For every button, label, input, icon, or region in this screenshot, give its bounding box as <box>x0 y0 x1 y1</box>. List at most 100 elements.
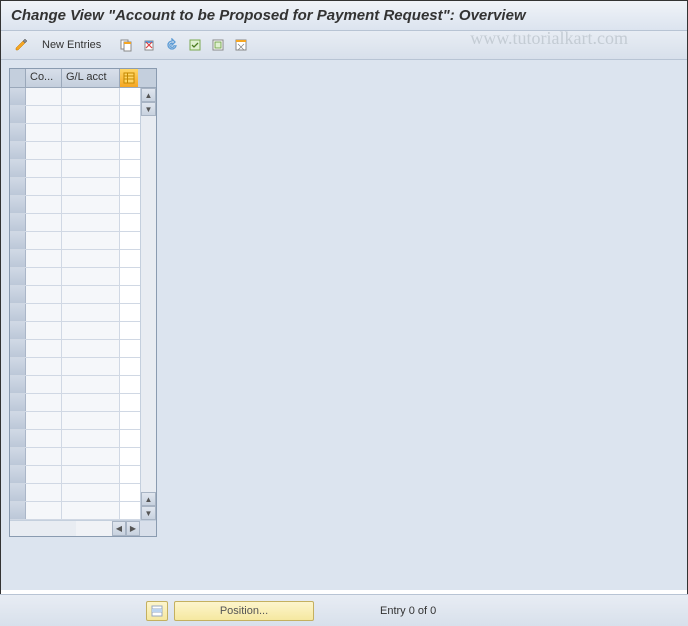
cell-co[interactable] <box>26 412 62 429</box>
row-selector[interactable] <box>10 124 26 141</box>
scroll-right-icon[interactable]: ▶ <box>126 521 140 536</box>
select-all-header[interactable] <box>10 69 26 87</box>
undo-icon[interactable] <box>162 35 182 55</box>
horizontal-scrollbar[interactable]: ◀ ▶ <box>10 520 156 536</box>
row-selector[interactable] <box>10 430 26 447</box>
row-selector[interactable] <box>10 448 26 465</box>
toggle-change-icon[interactable] <box>11 35 31 55</box>
cell-gl[interactable] <box>62 286 120 303</box>
cell-gl[interactable] <box>62 412 120 429</box>
vscroll-track[interactable] <box>141 116 156 492</box>
deselect-all-icon[interactable] <box>231 35 251 55</box>
row-selector[interactable] <box>10 358 26 375</box>
column-header-gl[interactable]: G/L acct <box>62 69 120 87</box>
table-row <box>10 484 140 502</box>
vertical-scrollbar[interactable]: ▲ ▼ ▲ ▼ <box>140 88 156 520</box>
cell-gl[interactable] <box>62 178 120 195</box>
copy-icon[interactable] <box>116 35 136 55</box>
cell-co[interactable] <box>26 502 62 519</box>
row-selector[interactable] <box>10 394 26 411</box>
row-selector[interactable] <box>10 322 26 339</box>
cell-co[interactable] <box>26 340 62 357</box>
cell-co[interactable] <box>26 448 62 465</box>
cell-gl[interactable] <box>62 448 120 465</box>
cell-co[interactable] <box>26 250 62 267</box>
row-selector[interactable] <box>10 142 26 159</box>
cell-gl[interactable] <box>62 232 120 249</box>
scroll-up-icon[interactable]: ▲ <box>141 88 156 102</box>
row-selector[interactable] <box>10 466 26 483</box>
cell-co[interactable] <box>26 214 62 231</box>
row-selector[interactable] <box>10 268 26 285</box>
select-block-icon[interactable] <box>208 35 228 55</box>
cell-gl[interactable] <box>62 394 120 411</box>
cell-co[interactable] <box>26 286 62 303</box>
cell-co[interactable] <box>26 178 62 195</box>
row-selector[interactable] <box>10 412 26 429</box>
table-header: Co... G/L acct <box>10 69 156 88</box>
row-selector[interactable] <box>10 502 26 519</box>
cell-gl[interactable] <box>62 160 120 177</box>
hscroll-track[interactable] <box>76 521 112 536</box>
cell-co[interactable] <box>26 160 62 177</box>
cell-co[interactable] <box>26 268 62 285</box>
row-selector[interactable] <box>10 304 26 321</box>
scroll-down2-icon[interactable]: ▼ <box>141 506 156 520</box>
row-selector[interactable] <box>10 88 26 105</box>
row-selector[interactable] <box>10 484 26 501</box>
row-selector[interactable] <box>10 106 26 123</box>
scroll-up2-icon[interactable]: ▲ <box>141 492 156 506</box>
cell-gl[interactable] <box>62 430 120 447</box>
new-entries-button[interactable]: New Entries <box>34 37 109 53</box>
row-selector[interactable] <box>10 160 26 177</box>
column-header-co[interactable]: Co... <box>26 69 62 87</box>
cell-gl[interactable] <box>62 142 120 159</box>
cell-co[interactable] <box>26 430 62 447</box>
row-selector[interactable] <box>10 196 26 213</box>
cell-gl[interactable] <box>62 214 120 231</box>
cell-co[interactable] <box>26 484 62 501</box>
cell-gl[interactable] <box>62 358 120 375</box>
row-selector[interactable] <box>10 376 26 393</box>
cell-gl[interactable] <box>62 268 120 285</box>
cell-gl[interactable] <box>62 250 120 267</box>
position-icon-button[interactable] <box>146 601 168 621</box>
cell-co[interactable] <box>26 232 62 249</box>
cell-co[interactable] <box>26 358 62 375</box>
cell-co[interactable] <box>26 466 62 483</box>
select-all-icon[interactable] <box>185 35 205 55</box>
cell-gl[interactable] <box>62 304 120 321</box>
cell-co[interactable] <box>26 88 62 105</box>
cell-gl[interactable] <box>62 466 120 483</box>
cell-co[interactable] <box>26 376 62 393</box>
table-settings-icon[interactable] <box>120 69 138 87</box>
cell-gl[interactable] <box>62 484 120 501</box>
row-selector[interactable] <box>10 286 26 303</box>
cell-co[interactable] <box>26 124 62 141</box>
row-selector[interactable] <box>10 340 26 357</box>
row-selector[interactable] <box>10 178 26 195</box>
cell-co[interactable] <box>26 196 62 213</box>
cell-gl[interactable] <box>62 196 120 213</box>
cell-co[interactable] <box>26 142 62 159</box>
scroll-left-icon[interactable]: ◀ <box>112 521 126 536</box>
cell-gl[interactable] <box>62 340 120 357</box>
cell-co[interactable] <box>26 322 62 339</box>
cell-gl[interactable] <box>62 502 120 519</box>
cell-co[interactable] <box>26 394 62 411</box>
table-row <box>10 106 140 124</box>
cell-co[interactable] <box>26 106 62 123</box>
row-selector[interactable] <box>10 232 26 249</box>
delete-icon[interactable] <box>139 35 159 55</box>
position-button[interactable]: Position... <box>174 601 314 621</box>
cell-gl[interactable] <box>62 376 120 393</box>
scroll-down-icon[interactable]: ▼ <box>141 102 156 116</box>
cell-gl[interactable] <box>62 106 120 123</box>
cell-gl[interactable] <box>62 322 120 339</box>
status-bar: Position... Entry 0 of 0 <box>0 594 688 626</box>
row-selector[interactable] <box>10 214 26 231</box>
cell-co[interactable] <box>26 304 62 321</box>
cell-gl[interactable] <box>62 124 120 141</box>
row-selector[interactable] <box>10 250 26 267</box>
cell-gl[interactable] <box>62 88 120 105</box>
